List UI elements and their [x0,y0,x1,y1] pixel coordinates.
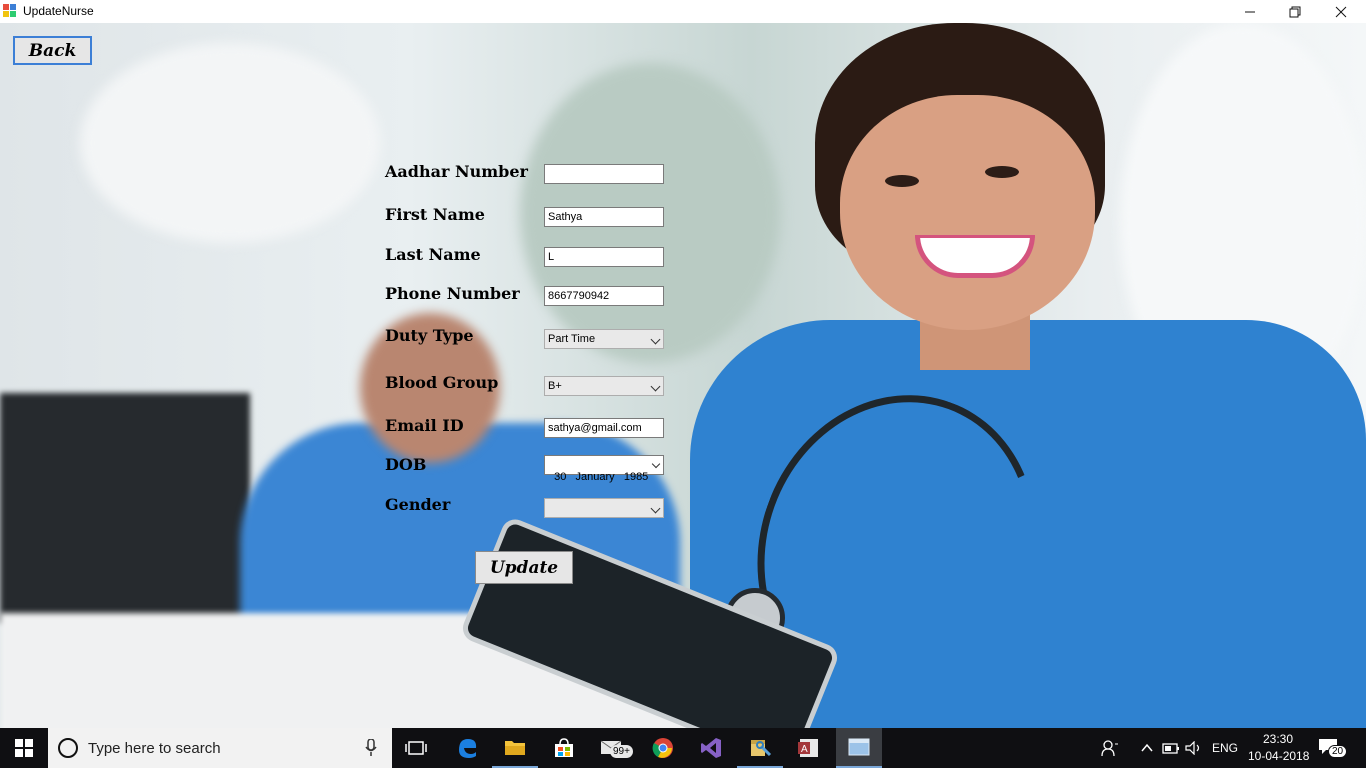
last-name-input[interactable]: L [544,247,664,267]
chevron-down-icon [650,381,661,392]
mail-badge: 99+ [610,745,633,758]
microphone-icon[interactable] [365,739,377,757]
dob-value: 30 January 1985 [554,471,649,483]
chevron-down-icon [650,503,661,514]
window-icon [848,738,870,756]
dob-date-picker[interactable]: 30 January 1985 [544,455,664,483]
chevron-down-icon [651,459,661,469]
restore-icon [1289,6,1301,17]
notification-count: 20 [1328,745,1348,758]
email-label: Email ID [385,416,464,435]
taskbar-file-explorer[interactable] [492,728,538,768]
people-icon[interactable] [1101,739,1119,757]
clock-date[interactable]: 10-04-2018 [1248,749,1309,763]
cortana-circle-icon [58,738,78,758]
edge-icon [459,739,477,758]
chrome-icon [652,738,673,758]
nurse-face [840,95,1095,330]
search-placeholder: Type here to search [88,740,221,757]
action-center-button[interactable]: 20 [1318,737,1348,761]
update-button[interactable]: Update [475,551,573,584]
svg-text:A: A [801,744,808,755]
duty-type-label: Duty Type [385,326,474,345]
store-icon [555,738,573,757]
access-icon: A [798,739,818,757]
taskbar: Type here to search 99+ A ENG 23:30 10-0… [0,728,1366,768]
restore-button[interactable] [1272,0,1318,23]
minimize-button[interactable] [1227,0,1273,23]
windows-icon [15,739,33,757]
taskbar-access[interactable]: A [786,728,832,768]
aadhar-label: Aadhar Number [385,162,528,181]
bg-monitor [0,393,250,623]
nurse-eye-left [885,175,919,187]
title-bar: UpdateNurse [0,0,1366,23]
task-view-button[interactable] [393,728,439,768]
window-title: UpdateNurse [23,4,94,18]
phone-label: Phone Number [385,284,520,303]
blood-group-select[interactable]: B+ [544,376,664,396]
first-name-input[interactable]: Sathya [544,207,664,227]
duty-type-value: Part Time [548,333,596,345]
taskbar-edge[interactable] [444,728,490,768]
taskbar-search-box[interactable]: Type here to search [48,728,392,768]
aadhar-input[interactable] [544,164,664,184]
start-button[interactable] [0,728,48,768]
duty-type-select[interactable]: Part Time [544,329,664,349]
visual-studio-icon [701,738,721,758]
app-form-icon [3,4,17,18]
minimize-icon [1245,11,1255,12]
taskbar-chrome[interactable] [640,728,686,768]
bg-light-area [80,43,380,243]
language-indicator[interactable]: ENG [1212,741,1238,755]
volume-icon[interactable] [1185,741,1203,755]
taskbar-store[interactable] [541,728,587,768]
nurse-eye-right [985,166,1019,178]
gender-select[interactable] [544,498,664,518]
first-name-label: First Name [385,205,485,224]
dob-label: DOB [385,455,427,474]
last-name-label: Last Name [385,245,481,264]
phone-input[interactable]: 8667790942 [544,286,664,306]
tools-icon [751,740,772,757]
email-input[interactable]: sathya@gmail.com [544,418,664,438]
clock-time[interactable]: 23:30 [1263,732,1293,746]
chevron-up-icon[interactable] [1141,743,1153,753]
taskbar-update-nurse-window[interactable] [836,728,882,768]
battery-icon[interactable] [1162,741,1180,755]
close-button[interactable] [1318,0,1364,23]
task-view-icon [405,741,427,755]
blood-group-label: Blood Group [385,373,499,392]
form-background [0,23,1366,728]
back-button[interactable]: Back [13,36,92,65]
chevron-down-icon [650,334,661,345]
folder-icon [505,741,525,755]
close-icon [1335,6,1347,17]
blood-group-value: B+ [548,380,562,392]
taskbar-tools-app[interactable] [737,728,783,768]
gender-label: Gender [385,495,451,514]
taskbar-visual-studio[interactable] [688,728,734,768]
taskbar-mail[interactable]: 99+ [590,728,636,768]
